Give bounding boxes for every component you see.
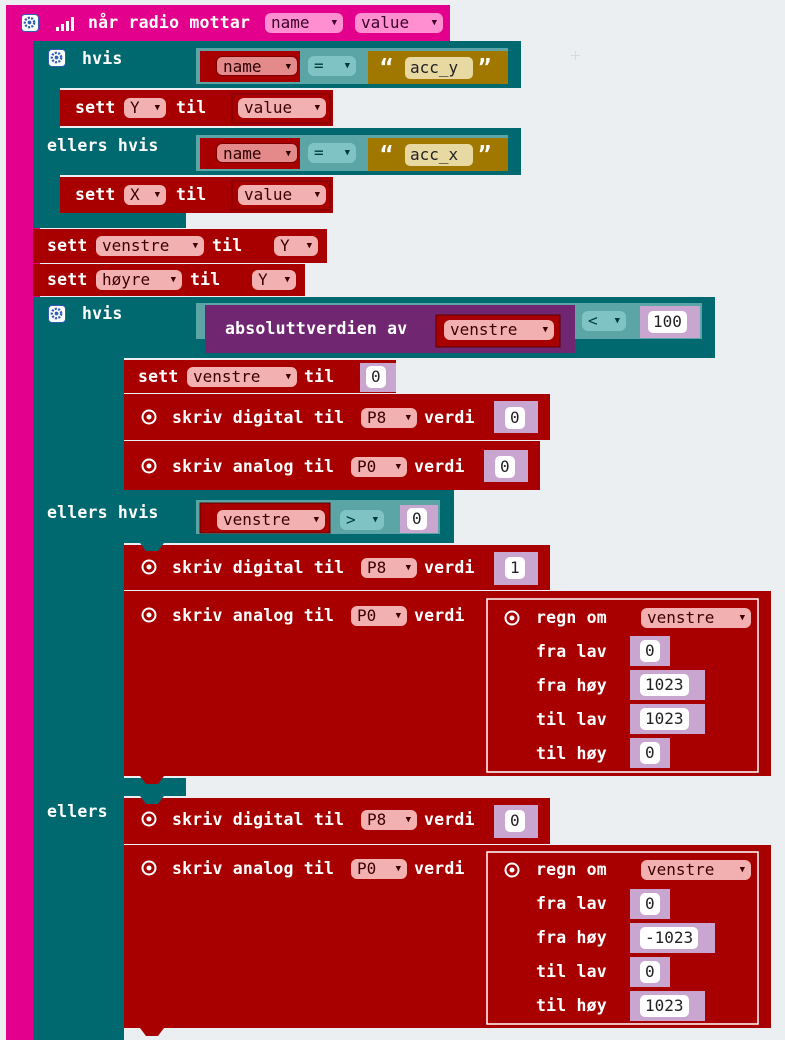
- cond1-op-dropdown[interactable]: = ▼: [308, 56, 356, 76]
- b4-verdi: verdi: [424, 558, 475, 577]
- b3-pin-dropdown[interactable]: P0 ▼: [351, 457, 407, 477]
- cond2-op-dropdown[interactable]: = ▼: [308, 143, 356, 163]
- b2-pin-dropdown[interactable]: P8 ▼: [361, 408, 417, 428]
- set-venstre-value-dropdown[interactable]: Y ▼: [274, 236, 318, 256]
- set2-value-dropdown[interactable]: value ▼: [238, 185, 326, 205]
- map2-label: regn om: [536, 860, 607, 879]
- open-quote: “: [380, 143, 394, 168]
- set-venstre-var-dropdown[interactable]: venstre ▼: [96, 236, 204, 256]
- if1-label: hvis: [82, 49, 123, 68]
- pins-icon: [141, 559, 157, 575]
- map1-row-value[interactable]: 1023: [640, 708, 689, 730]
- b3-value-input[interactable]: 0: [495, 456, 515, 478]
- event-param-name[interactable]: name ▼: [265, 13, 343, 33]
- else-label: ellers: [47, 802, 108, 821]
- event-label: når radio mottar: [88, 13, 251, 32]
- cond2-string[interactable]: acc_x: [405, 144, 473, 166]
- set-venstre-label: sett: [47, 236, 88, 255]
- map1-row-label: fra lav: [536, 642, 607, 661]
- set-hoyre-til: til: [190, 270, 221, 289]
- map2-row-value[interactable]: 0: [640, 893, 660, 915]
- map2-var-dropdown[interactable]: venstre ▼: [641, 860, 751, 880]
- b2-verdi: verdi: [424, 408, 475, 427]
- map1-row-label: til høy: [536, 744, 607, 763]
- b6-verdi: verdi: [424, 810, 475, 829]
- set2-til: til: [176, 185, 207, 204]
- set-hoyre-value-dropdown[interactable]: Y ▼: [252, 270, 296, 290]
- cond2-var-dropdown[interactable]: name ▼: [216, 143, 298, 163]
- b1-var-dropdown[interactable]: venstre ▼: [187, 367, 297, 387]
- map1-row-value[interactable]: 1023: [640, 674, 689, 696]
- b1-til: til: [304, 367, 335, 386]
- pins-icon: [141, 409, 157, 425]
- elseif-op-dropdown[interactable]: > ▼: [340, 510, 384, 530]
- if2-num-input[interactable]: 100: [648, 311, 687, 333]
- pins-icon: [141, 811, 157, 827]
- b7-pin-dropdown[interactable]: P0 ▼: [351, 859, 407, 879]
- b1-label: sett: [138, 367, 179, 386]
- b3-verdi: verdi: [414, 457, 465, 476]
- b6-label: skriv digital til: [172, 810, 345, 829]
- b7-verdi: verdi: [414, 859, 465, 878]
- gear-icon[interactable]: [48, 305, 66, 323]
- map1-label: regn om: [536, 608, 607, 627]
- cond1-string[interactable]: acc_y: [405, 57, 473, 79]
- map2-row-label: til lav: [536, 962, 607, 981]
- elseif1-label: ellers hvis: [47, 136, 159, 155]
- radio-signal-icon: [56, 17, 74, 31]
- b4-pin-dropdown[interactable]: P8 ▼: [361, 558, 417, 578]
- if2-label: hvis: [82, 304, 123, 323]
- map1-var-dropdown[interactable]: venstre ▼: [641, 608, 751, 628]
- b2-value-input[interactable]: 0: [505, 407, 525, 429]
- b3-label: skriv analog til: [172, 457, 335, 476]
- pins-icon: [141, 607, 157, 623]
- map1-row-value[interactable]: 0: [640, 742, 660, 764]
- set1-label: sett: [75, 98, 116, 117]
- b5-verdi: verdi: [414, 606, 465, 625]
- map2-row-value[interactable]: -1023: [640, 927, 699, 949]
- b4-value-input[interactable]: 1: [505, 557, 525, 579]
- abs-label: absoluttverdien av: [225, 319, 408, 338]
- if2-op-dropdown[interactable]: < ▼: [582, 311, 626, 331]
- abs-var-dropdown[interactable]: venstre ▼: [444, 320, 554, 340]
- elseif2-label: ellers hvis: [47, 503, 159, 522]
- set2-label: sett: [75, 185, 116, 204]
- set1-til: til: [176, 98, 207, 117]
- b7-label: skriv analog til: [172, 859, 335, 878]
- b5-pin-dropdown[interactable]: P0 ▼: [351, 606, 407, 626]
- set1-var-dropdown[interactable]: Y ▼: [124, 98, 166, 118]
- map1-row-label: fra høy: [536, 676, 607, 695]
- close-quote: ”: [478, 56, 492, 81]
- map2-row-label: fra høy: [536, 928, 607, 947]
- map1-row-label: til lav: [536, 710, 607, 729]
- map2-row-value[interactable]: 1023: [640, 995, 689, 1017]
- b2-label: skriv digital til: [172, 408, 345, 427]
- b1-value-input[interactable]: 0: [366, 366, 386, 388]
- pins-icon: [141, 860, 157, 876]
- map1-row-value[interactable]: 0: [640, 640, 660, 662]
- map2-row-value[interactable]: 0: [640, 961, 660, 983]
- set1-value-dropdown[interactable]: value ▼: [238, 98, 326, 118]
- elseif-num-input[interactable]: 0: [407, 508, 427, 530]
- elseif-var-dropdown[interactable]: venstre ▼: [217, 510, 325, 530]
- set-hoyre-var-dropdown[interactable]: høyre ▼: [96, 270, 182, 290]
- b5-label: skriv analog til: [172, 606, 335, 625]
- gear-icon[interactable]: [21, 14, 39, 32]
- cond1-var-dropdown[interactable]: name ▼: [216, 56, 298, 76]
- b6-pin-dropdown[interactable]: P8 ▼: [361, 810, 417, 830]
- event-param-value[interactable]: value ▼: [355, 13, 443, 33]
- set-venstre-til: til: [212, 236, 243, 255]
- map2-row-label: fra lav: [536, 894, 607, 913]
- pins-icon: [141, 458, 157, 474]
- gear-icon[interactable]: [48, 49, 66, 67]
- open-quote: “: [380, 56, 394, 81]
- b4-label: skriv digital til: [172, 558, 345, 577]
- set-hoyre-label: sett: [47, 270, 88, 289]
- set2-var-dropdown[interactable]: X ▼: [124, 185, 166, 205]
- map2-row-label: til høy: [536, 996, 607, 1015]
- pins-icon: [504, 862, 520, 878]
- pins-icon: [504, 610, 520, 626]
- b6-value-input[interactable]: 0: [505, 810, 525, 832]
- close-quote: ”: [478, 143, 492, 168]
